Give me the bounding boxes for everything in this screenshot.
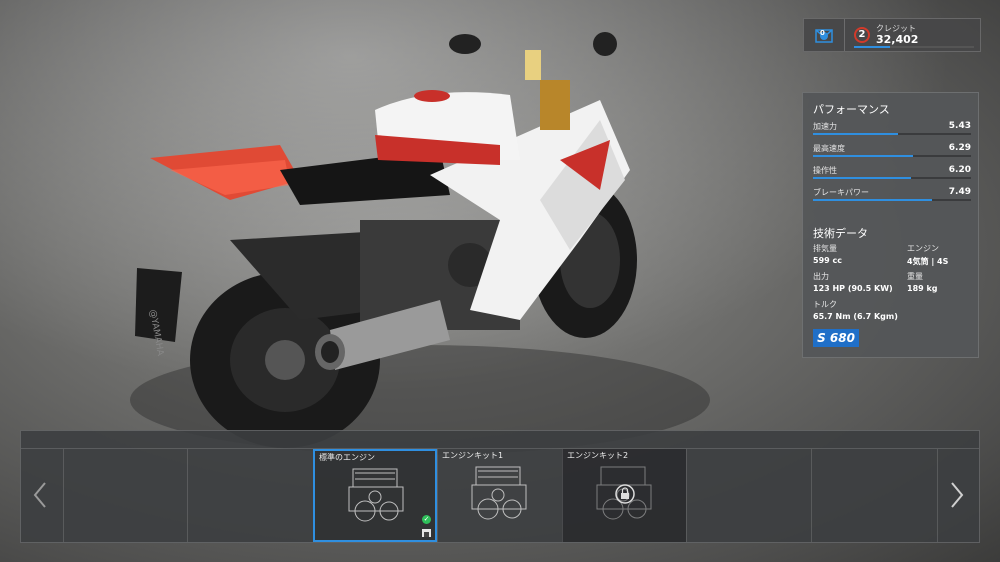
stat-braking: ブレーキパワー 7.49 [813, 187, 971, 203]
prev-button[interactable] [21, 449, 63, 542]
engine-slot-kit1[interactable]: エンジンキット1 [437, 449, 561, 542]
stat-label: 操作性 [813, 166, 837, 175]
stat-label: 最高速度 [813, 144, 845, 153]
stat-value: 5.43 [948, 121, 971, 131]
engine-slot-kit2[interactable]: エンジンキット2 [562, 449, 686, 542]
credit-value: 32,402 [876, 33, 919, 46]
stat-acceleration: 加速力 5.43 [813, 121, 971, 137]
spec-displacement: 排気量 599 cc [813, 243, 842, 265]
empty-slot [63, 449, 187, 542]
stat-bar [813, 155, 971, 157]
strip-header [21, 431, 979, 449]
stat-value: 6.29 [948, 143, 971, 153]
spec-label: 重量 [907, 272, 923, 281]
performance-panel: パフォーマンス 加速力 5.43 最高速度 6.29 操作性 6.20 ブレーキ… [802, 92, 979, 358]
empty-slot [686, 449, 810, 542]
level-badge: 2 [854, 27, 870, 43]
stat-label: 加速力 [813, 122, 837, 131]
chevron-right-icon [951, 482, 964, 508]
lock-icon [615, 484, 635, 504]
credits-bar: 0 2 クレジット 32,402 [803, 18, 981, 52]
chevron-left-icon [33, 482, 46, 508]
stat-value: 6.20 [948, 165, 971, 175]
spec-torque: トルク 65.7 Nm (6.7 Kgm) [813, 299, 898, 321]
stat-top-speed: 最高速度 6.29 [813, 143, 971, 159]
class-badge: S 680 [813, 329, 859, 347]
stat-bar [813, 199, 971, 201]
empty-slot [187, 449, 311, 542]
spec-label: 排気量 [813, 244, 837, 253]
spec-value: 65.7 Nm (6.7 Kgm) [813, 312, 898, 321]
stat-label: ブレーキパワー [813, 188, 869, 197]
specs-title: 技術データ [813, 227, 868, 240]
stat-handling: 操作性 6.20 [813, 165, 971, 181]
spec-engine: エンジン 4気筒 | 4S [907, 243, 948, 267]
stat-value: 7.49 [948, 187, 971, 197]
engine-icon [471, 466, 527, 520]
spec-value: 123 HP (90.5 KW) [813, 284, 893, 293]
garage-icon [422, 529, 431, 537]
inbox-count: 0 [820, 29, 825, 37]
level-progress [854, 46, 974, 48]
engine-slot-label: エンジンキット2 [567, 451, 629, 460]
spec-power: 出力 123 HP (90.5 KW) [813, 271, 893, 293]
spec-value: 599 cc [813, 256, 842, 265]
empty-slot [811, 449, 935, 542]
equipped-check-icon: ✓ [422, 515, 431, 524]
spec-value: 4気筒 | 4S [907, 257, 949, 266]
engine-selector: 標準のエンジン ✓ エンジンキット1 エンジンキット2 [20, 430, 980, 543]
spec-weight: 重量 189 kg [907, 271, 938, 293]
performance-title: パフォーマンス [813, 103, 890, 116]
spec-value: 189 kg [907, 284, 938, 293]
engine-slot-label: 標準のエンジン [319, 453, 375, 462]
stat-bar [813, 133, 971, 135]
stat-bar [813, 177, 971, 179]
next-button[interactable] [937, 449, 980, 542]
spec-label: トルク [813, 300, 837, 309]
engine-icon [348, 468, 404, 522]
spec-label: 出力 [813, 272, 829, 281]
engine-slot-label: エンジンキット1 [442, 451, 504, 460]
inbox-button[interactable]: 0 [804, 19, 845, 51]
spec-label: エンジン [907, 244, 939, 253]
engine-slot-standard[interactable]: 標準のエンジン ✓ [313, 449, 437, 542]
